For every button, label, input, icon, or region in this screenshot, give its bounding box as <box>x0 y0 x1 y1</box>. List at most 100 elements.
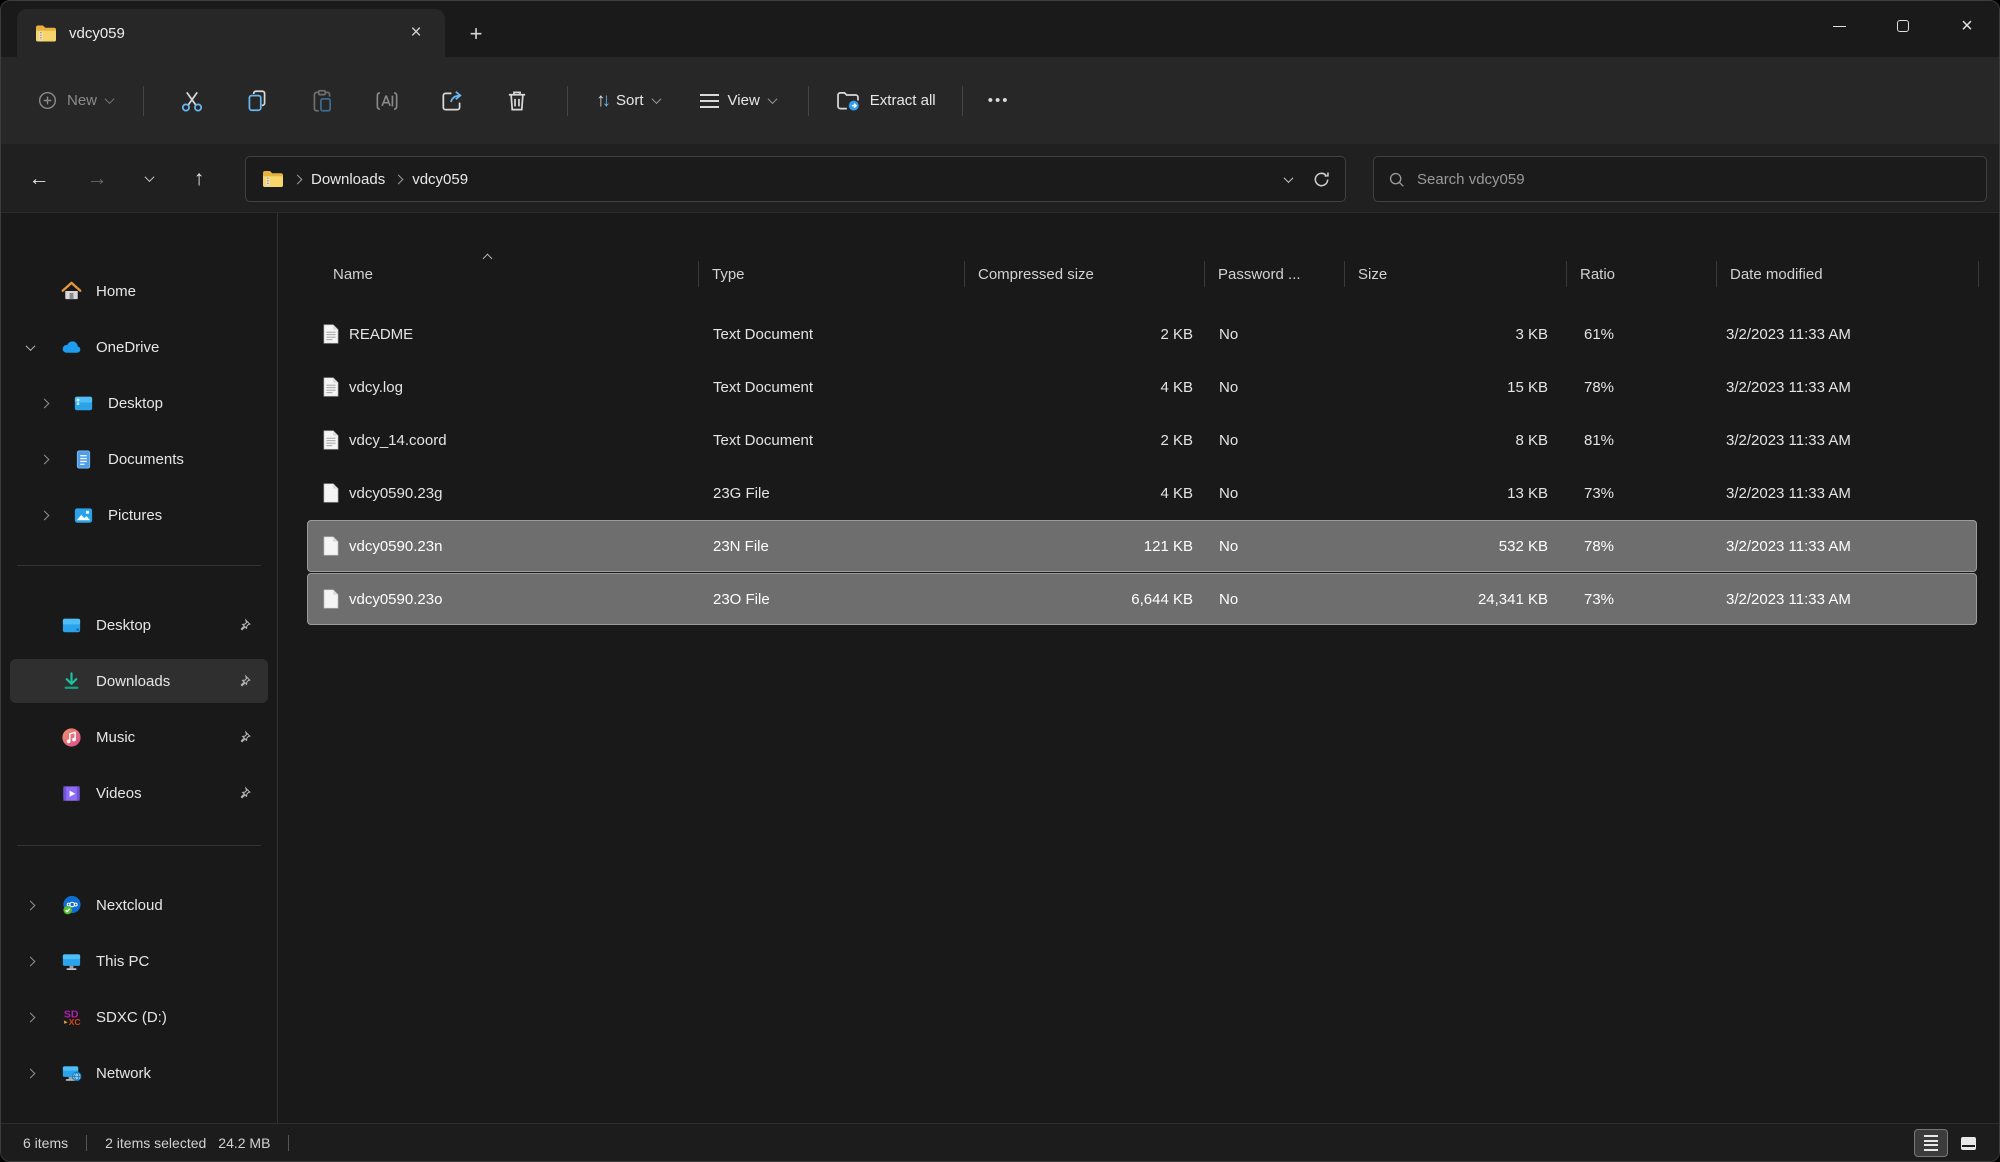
back-button[interactable]: ← <box>19 159 59 199</box>
chevron-down-icon <box>651 94 661 104</box>
large-icons-view-button[interactable] <box>1951 1129 1985 1157</box>
sidebar-item-onedrive[interactable]: OneDrive <box>10 325 268 369</box>
column-header-date-modified[interactable]: Date modified <box>1717 249 1979 299</box>
minimize-button[interactable] <box>1807 1 1871 51</box>
view-toggles <box>1914 1129 1985 1157</box>
sidebar-item-downloads[interactable]: Downloads <box>10 659 268 703</box>
share-button[interactable] <box>426 77 478 125</box>
sidebar-item-videos[interactable]: Videos <box>10 771 268 815</box>
command-bar: New <box>1 57 1999 145</box>
file-size: 24,341 KB <box>1346 591 1568 608</box>
search-input[interactable] <box>1417 171 1972 188</box>
sidebar-item-label: Nextcloud <box>96 897 163 914</box>
maximize-button[interactable] <box>1871 1 1935 51</box>
cut-button[interactable] <box>166 77 218 125</box>
file-password: No <box>1206 379 1346 396</box>
svg-text:XC: XC <box>69 1017 81 1027</box>
sidebar-item-music[interactable]: Music <box>10 715 268 759</box>
refresh-icon[interactable] <box>1312 170 1331 189</box>
title-bar: vdcy059 × + × <box>1 1 1999 57</box>
toolbar-separator <box>808 86 809 116</box>
file-date-modified: 3/2/2023 11:33 AM <box>1718 326 1978 343</box>
toolbar-separator <box>143 86 144 116</box>
file-row-23o-selected[interactable]: vdcy0590.23o 23O File 6,644 KB No 24,341… <box>307 573 1977 625</box>
text-document-icon <box>323 324 339 344</box>
sidebar-item-this-pc[interactable]: This PC <box>10 939 268 983</box>
file-row-23n-selected[interactable]: vdcy0590.23n 23N File 121 KB No 532 KB 7… <box>307 520 1977 572</box>
chevron-collapsed-icon[interactable] <box>25 1012 35 1022</box>
file-compressed-size: 121 KB <box>966 538 1206 555</box>
file-row-vdcy-coord[interactable]: vdcy_14.coord Text Document 2 KB No 8 KB… <box>307 414 1977 466</box>
sidebar-item-documents[interactable]: Documents <box>10 437 268 481</box>
file-row-23g[interactable]: vdcy0590.23g 23G File 4 KB No 13 KB 73% … <box>307 467 1977 519</box>
main-area: Home OneDrive Desktop <box>1 213 1999 1123</box>
paste-button[interactable] <box>296 77 348 125</box>
breadcrumb-downloads[interactable]: Downloads <box>305 167 391 192</box>
sidebar-item-sdxc-drive[interactable]: SD XC SDXC (D:) <box>10 995 268 1039</box>
up-button[interactable]: ↑ <box>179 159 219 199</box>
close-button[interactable]: × <box>1935 1 1999 51</box>
file-ratio: 73% <box>1568 591 1718 608</box>
sidebar-item-pictures[interactable]: Pictures <box>10 493 268 537</box>
tab-close-icon[interactable]: × <box>401 18 431 48</box>
file-rows: README Text Document 2 KB No 3 KB 61% 3/… <box>307 308 1977 626</box>
column-header-type[interactable]: Type <box>699 249 965 299</box>
view-icon <box>700 94 719 108</box>
chevron-collapsed-icon[interactable] <box>39 398 49 408</box>
sidebar-item-home[interactable]: Home <box>10 269 268 313</box>
view-button[interactable]: View <box>688 77 788 125</box>
documents-icon <box>72 448 95 471</box>
new-tab-button[interactable]: + <box>459 17 493 51</box>
maximize-icon <box>1897 20 1909 32</box>
file-row-vdcy-log[interactable]: vdcy.log Text Document 4 KB No 15 KB 78%… <box>307 361 1977 413</box>
chevron-collapsed-icon[interactable] <box>39 454 49 464</box>
sort-button[interactable]: ↑↓ Sort <box>584 77 672 125</box>
pin-icon <box>237 786 252 801</box>
explorer-tab[interactable]: vdcy059 × <box>17 9 445 57</box>
sidebar-item-nextcloud[interactable]: Nextcloud <box>10 883 268 927</box>
see-more-button[interactable]: ••• <box>973 77 1025 125</box>
extract-all-button[interactable]: Extract all <box>823 77 948 125</box>
file-date-modified: 3/2/2023 11:33 AM <box>1718 591 1978 608</box>
file-password: No <box>1206 538 1346 555</box>
chevron-collapsed-icon[interactable] <box>25 1068 35 1078</box>
chevron-collapsed-icon[interactable] <box>25 956 35 966</box>
details-view-button[interactable] <box>1914 1129 1948 1157</box>
tab-title: vdcy059 <box>69 25 125 42</box>
address-bar[interactable]: Downloads vdcy059 <box>245 156 1346 202</box>
breadcrumb-current-folder[interactable]: vdcy059 <box>406 167 474 192</box>
nextcloud-icon <box>60 894 83 917</box>
column-header-ratio[interactable]: Ratio <box>1567 249 1717 299</box>
sidebar-item-onedrive-desktop[interactable]: Desktop <box>10 381 268 425</box>
file-compressed-size: 4 KB <box>966 379 1206 396</box>
new-button[interactable]: New <box>25 77 125 125</box>
toolbar-separator <box>567 86 568 116</box>
chevron-collapsed-icon[interactable] <box>39 510 49 520</box>
zip-folder-icon <box>262 170 284 188</box>
sidebar-item-network[interactable]: Network <box>10 1051 268 1095</box>
column-header-size[interactable]: Size <box>1345 249 1567 299</box>
videos-icon <box>60 782 83 805</box>
rename-button[interactable] <box>361 77 413 125</box>
chevron-expanded-icon[interactable] <box>25 341 35 351</box>
sort-label: Sort <box>616 92 644 109</box>
delete-button[interactable] <box>491 77 543 125</box>
sort-icon: ↑↓ <box>596 90 607 112</box>
column-header-name[interactable]: Name <box>279 249 699 299</box>
file-password: No <box>1206 326 1346 343</box>
sidebar-item-label: Videos <box>96 785 142 802</box>
forward-button[interactable]: → <box>77 159 117 199</box>
address-dropdown-icon[interactable] <box>1284 173 1294 183</box>
file-row-readme[interactable]: README Text Document 2 KB No 3 KB 61% 3/… <box>307 308 1977 360</box>
file-type: Text Document <box>700 432 966 449</box>
navigation-bar: ← → ↑ Downloads vdcy059 <box>1 145 1999 213</box>
chevron-collapsed-icon[interactable] <box>25 900 35 910</box>
copy-button[interactable] <box>231 77 283 125</box>
see-more-icon: ••• <box>988 92 1010 109</box>
column-header-password[interactable]: Password ... <box>1205 249 1345 299</box>
sidebar-item-label: Downloads <box>96 673 170 690</box>
sidebar-item-desktop-pinned[interactable]: Desktop <box>10 603 268 647</box>
recent-locations-button[interactable] <box>129 159 169 199</box>
file-size: 3 KB <box>1346 326 1568 343</box>
column-header-compressed-size[interactable]: Compressed size <box>965 249 1205 299</box>
